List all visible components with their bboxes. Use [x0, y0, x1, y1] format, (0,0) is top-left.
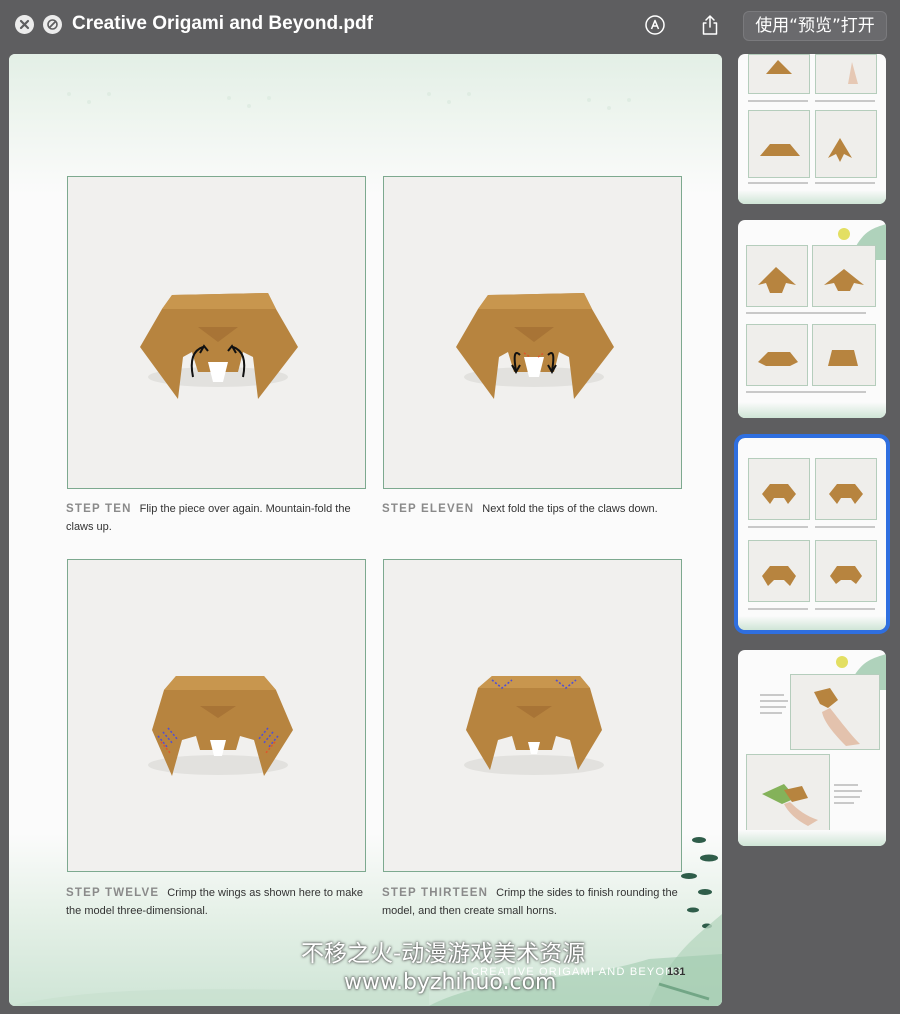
step-thirteen-photo: [383, 559, 682, 872]
step-eleven-caption: STEP ELEVEN Next fold the tips of the cla…: [382, 500, 692, 518]
step-ten-photo: [67, 176, 366, 489]
markup-icon[interactable]: [644, 14, 666, 36]
page-thumbnail-2[interactable]: [738, 220, 886, 418]
open-with-preview-button[interactable]: 使用“预览”打开: [743, 11, 887, 41]
page-thumbnail-4[interactable]: [738, 650, 886, 846]
step-text: Next fold the tips of the claws down.: [482, 503, 658, 515]
step-ten-caption: STEP TEN Flip the piece over again. Mount…: [66, 500, 376, 536]
step-label: STEP TWELVE: [66, 887, 160, 899]
close-button[interactable]: [15, 15, 34, 34]
step-label: STEP ELEVEN: [382, 503, 475, 515]
block-icon: [47, 19, 58, 30]
title-bar: Creative Origami and Beyond.pdf 使用“预览”打开: [0, 0, 900, 52]
page-number: 131: [667, 966, 686, 978]
window-title: Creative Origami and Beyond.pdf: [72, 13, 373, 34]
step-twelve-caption: STEP TWELVE Crimp the wings as shown here…: [66, 884, 376, 920]
step-twelve-photo: [67, 559, 366, 872]
watermark-url: www.byzhihuo.com: [344, 970, 557, 995]
page-thumbnail-3[interactable]: [734, 434, 890, 634]
close-icon: [19, 19, 30, 30]
step-label: STEP TEN: [66, 503, 132, 515]
fullscreen-button[interactable]: [43, 15, 62, 34]
watermark-text: 不移之火-动漫游戏美术资源: [301, 941, 586, 967]
step-eleven-photo: [383, 176, 682, 489]
step-thirteen-caption: STEP THIRTEEN Crimp the sides to finish r…: [382, 884, 692, 920]
share-icon[interactable]: [699, 14, 721, 36]
step-label: STEP THIRTEEN: [382, 887, 489, 899]
page-thumbnail-1[interactable]: [738, 54, 886, 204]
pdf-page[interactable]: STEP TEN Flip the piece over again. Mount…: [9, 54, 722, 1006]
